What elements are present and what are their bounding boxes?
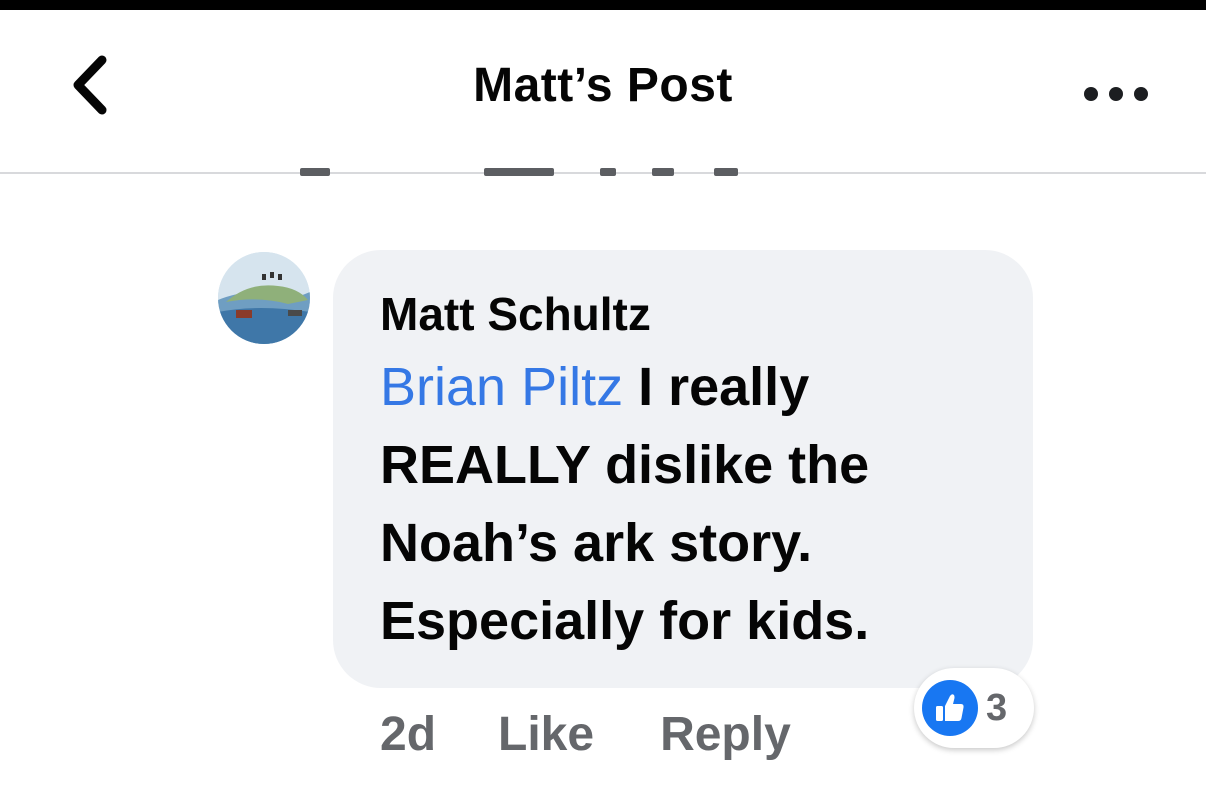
- avatar-image: [218, 252, 310, 344]
- reaction-count: 3: [986, 686, 1008, 729]
- reaction-badge[interactable]: 3: [914, 668, 1034, 748]
- comment-author[interactable]: Matt Schultz: [380, 286, 993, 342]
- comment-line: Brian Piltz I really: [380, 348, 993, 426]
- status-bar-edge: [0, 0, 1206, 10]
- comment-line: Noah’s ark story.: [380, 513, 813, 573]
- comment-line-text: I really: [623, 357, 810, 417]
- like-thumb-icon: [922, 680, 978, 736]
- scrolled-text-remnant: [300, 160, 760, 186]
- comment-line: REALLY dislike the: [380, 435, 870, 495]
- more-dot-icon: [1134, 87, 1148, 101]
- reply-button[interactable]: Reply: [660, 707, 791, 762]
- thumbs-up-icon: [936, 694, 964, 721]
- page-title: Matt’s Post: [473, 59, 733, 112]
- like-button[interactable]: Like: [498, 707, 594, 762]
- post-header: Matt’s Post: [0, 10, 1206, 174]
- comment-line: Especially for kids.: [380, 591, 870, 651]
- more-dot-icon: [1109, 87, 1123, 101]
- avatar[interactable]: [218, 252, 310, 344]
- mention-link[interactable]: Brian Piltz: [380, 357, 623, 417]
- more-dot-icon: [1084, 87, 1098, 101]
- more-options-button[interactable]: [1078, 72, 1154, 116]
- comment-timestamp[interactable]: 2d: [380, 707, 436, 762]
- comment-bubble[interactable]: Matt Schultz Brian Piltz I really REALLY…: [333, 250, 1033, 688]
- comment-text: Brian Piltz I really REALLY dislike the …: [380, 348, 993, 660]
- comment-actions: 2d Like Reply: [380, 704, 791, 764]
